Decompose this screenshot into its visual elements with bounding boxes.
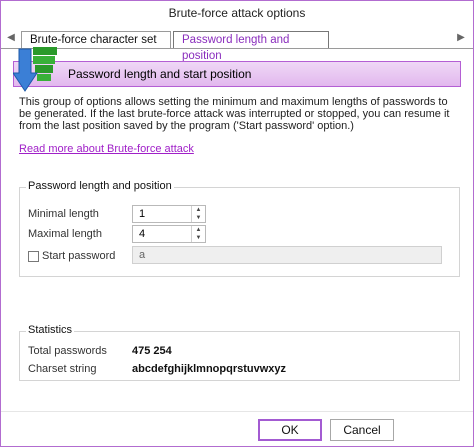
total-passwords-label: Total passwords bbox=[28, 345, 107, 357]
minimal-length-label: Minimal length bbox=[28, 208, 99, 220]
tab-divider bbox=[1, 48, 473, 49]
start-password-checkbox[interactable] bbox=[28, 251, 39, 262]
description-text: This group of options allows setting the… bbox=[19, 96, 450, 132]
tab-scroll-right-icon[interactable]: ▶ bbox=[455, 32, 467, 43]
maximal-length-value: 4 bbox=[139, 228, 146, 240]
tab-label: Brute-force character set bbox=[30, 34, 157, 46]
tab-scroll-left-icon[interactable]: ◀ bbox=[5, 32, 17, 43]
read-more-link[interactable]: Read more about Brute-force attack bbox=[19, 143, 194, 155]
cancel-button[interactable]: Cancel bbox=[330, 419, 394, 441]
start-password-label: Start password bbox=[42, 250, 116, 262]
start-password-value: a bbox=[139, 249, 146, 261]
dialog-window: Brute-force attack options ◀ Brute-force… bbox=[0, 0, 474, 447]
window-title: Brute-force attack options bbox=[168, 6, 306, 20]
start-password-input[interactable]: a bbox=[132, 246, 442, 264]
footer-divider bbox=[1, 411, 473, 412]
statistics-group: Statistics Total passwords 475 254 Chars… bbox=[19, 324, 460, 381]
stepper-arrows-icon[interactable]: ▲ ▼ bbox=[191, 226, 205, 242]
tab-password-length-position[interactable]: Password length and position bbox=[173, 31, 329, 62]
section-banner: Password length and start position bbox=[13, 61, 461, 87]
stepper-arrows-icon[interactable]: ▲ ▼ bbox=[191, 206, 205, 222]
total-passwords-value: 475 254 bbox=[132, 345, 172, 357]
brute-force-download-icon bbox=[13, 47, 57, 92]
password-length-group: Password length and position Minimal len… bbox=[19, 180, 460, 277]
ok-button[interactable]: OK bbox=[258, 419, 322, 441]
group-title: Statistics bbox=[26, 324, 75, 336]
title-bar: Brute-force attack options bbox=[1, 1, 473, 27]
charset-string-label: Charset string bbox=[28, 363, 97, 375]
charset-string-value: abcdefghijklmnopqrstuvwxyz bbox=[132, 363, 287, 375]
maximal-length-label: Maximal length bbox=[28, 228, 102, 240]
banner-title: Password length and start position bbox=[68, 67, 252, 81]
minimal-length-stepper[interactable]: 1 ▲ ▼ bbox=[132, 205, 206, 223]
tab-strip: ◀ Brute-force character set Password len… bbox=[1, 29, 473, 62]
group-title: Password length and position bbox=[26, 180, 174, 192]
maximal-length-stepper[interactable]: 4 ▲ ▼ bbox=[132, 225, 206, 243]
minimal-length-value: 1 bbox=[139, 208, 146, 220]
